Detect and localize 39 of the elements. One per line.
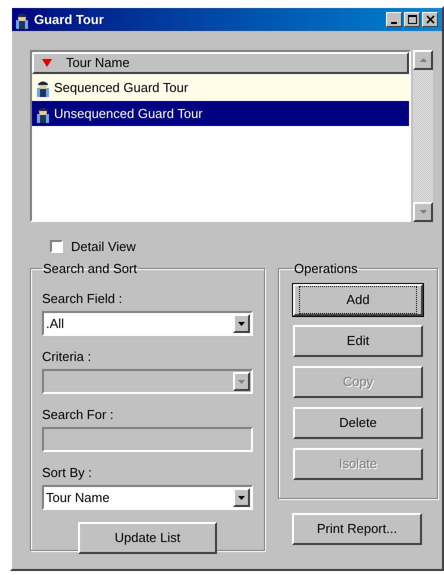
group-title: Search and Sort (42, 260, 138, 278)
window-title: Guard Tour (34, 10, 105, 29)
push-button[interactable]: Print Report... (292, 512, 422, 544)
down-arrow-icon (238, 322, 245, 326)
maximize-button[interactable] (404, 12, 420, 27)
scroll-bar[interactable] (413, 50, 433, 222)
dropdown-button[interactable] (233, 314, 250, 333)
guard-icon (35, 104, 51, 122)
field-label: Sort By : (42, 464, 93, 481)
sort-arrow-icon (42, 59, 52, 67)
checkbox-label: Detail View (71, 238, 136, 256)
close-button[interactable] (422, 12, 438, 27)
push-button[interactable]: Update List (78, 522, 217, 554)
list-row[interactable]: Sequenced Guard Tour (32, 75, 410, 100)
up-arrow-icon (420, 58, 427, 62)
dropdown-button[interactable] (233, 488, 250, 507)
field-label: Search For : (42, 406, 115, 423)
operation-button[interactable]: Add (293, 284, 423, 316)
dropdown-field[interactable]: .All (42, 311, 253, 336)
scroll-down-button[interactable] (413, 202, 433, 222)
field-label: Criteria : (42, 348, 92, 365)
column-header[interactable]: Tour Name (32, 52, 410, 74)
group-title: Operations (293, 260, 359, 278)
down-arrow-icon (238, 496, 245, 500)
minimize-button[interactable] (386, 12, 402, 27)
checkbox[interactable] (50, 240, 63, 254)
close-icon (426, 15, 434, 24)
list-row[interactable]: Unsequenced Guard Tour (32, 101, 410, 126)
scroll-up-button[interactable] (413, 50, 433, 70)
field-label: Search Field : (42, 290, 124, 307)
guard-icon (14, 10, 30, 28)
dropdown-field[interactable]: Tour Name (42, 485, 253, 510)
down-arrow-icon (238, 380, 245, 384)
guard-icon (35, 78, 51, 96)
operation-button[interactable]: Delete (293, 407, 423, 439)
minimize-icon (391, 22, 397, 24)
down-arrow-icon (420, 210, 427, 214)
maximize-icon (408, 15, 416, 24)
operation-button[interactable]: Edit (293, 325, 423, 357)
